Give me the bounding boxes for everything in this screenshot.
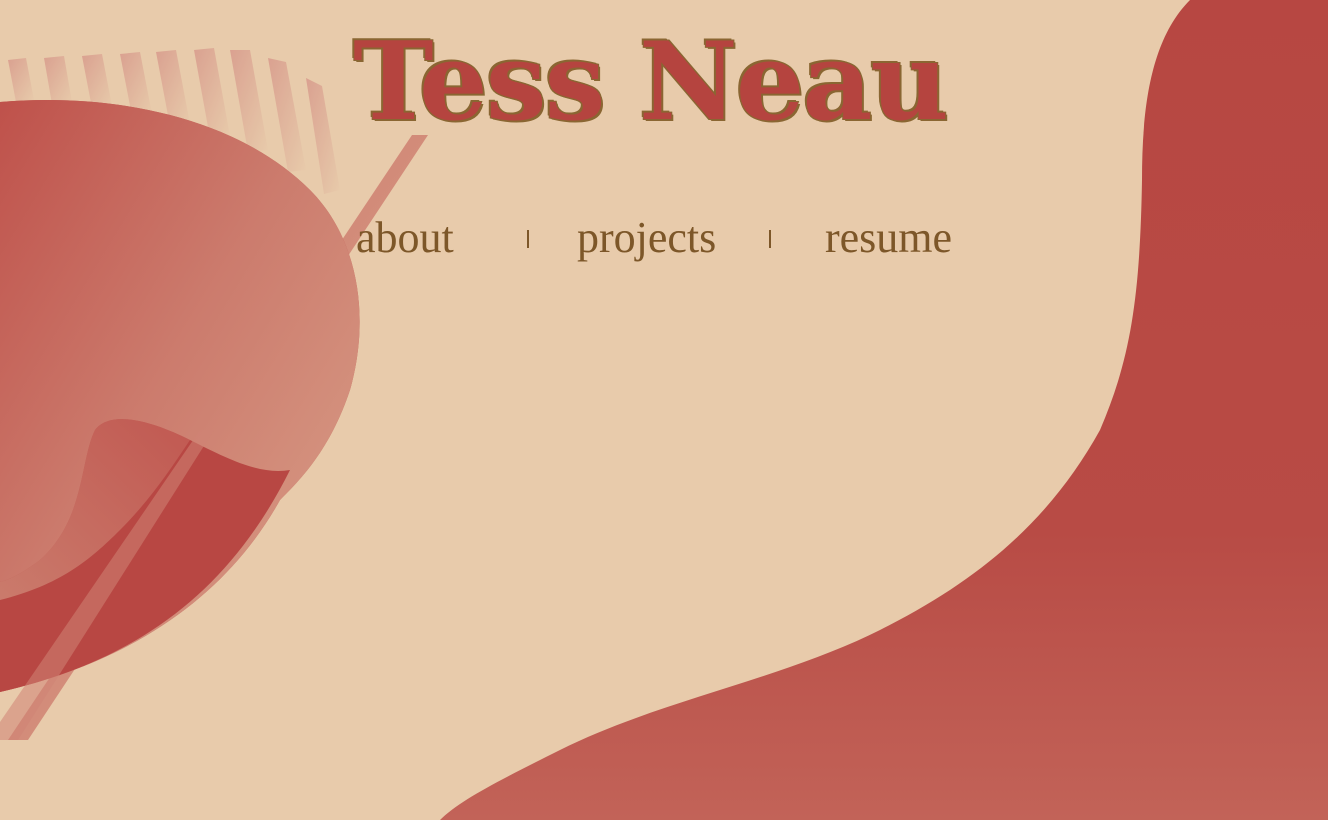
nav-about-link[interactable]: about <box>356 210 454 266</box>
site-title: Tess Neau <box>353 19 949 145</box>
main-nav: about projects resume <box>356 210 996 270</box>
nav-separator <box>769 230 771 248</box>
nav-projects-link[interactable]: projects <box>577 210 716 266</box>
nav-separator <box>527 230 529 248</box>
page: Tess Neau about projects resume <box>0 0 1328 820</box>
nav-resume-link[interactable]: resume <box>825 210 952 266</box>
